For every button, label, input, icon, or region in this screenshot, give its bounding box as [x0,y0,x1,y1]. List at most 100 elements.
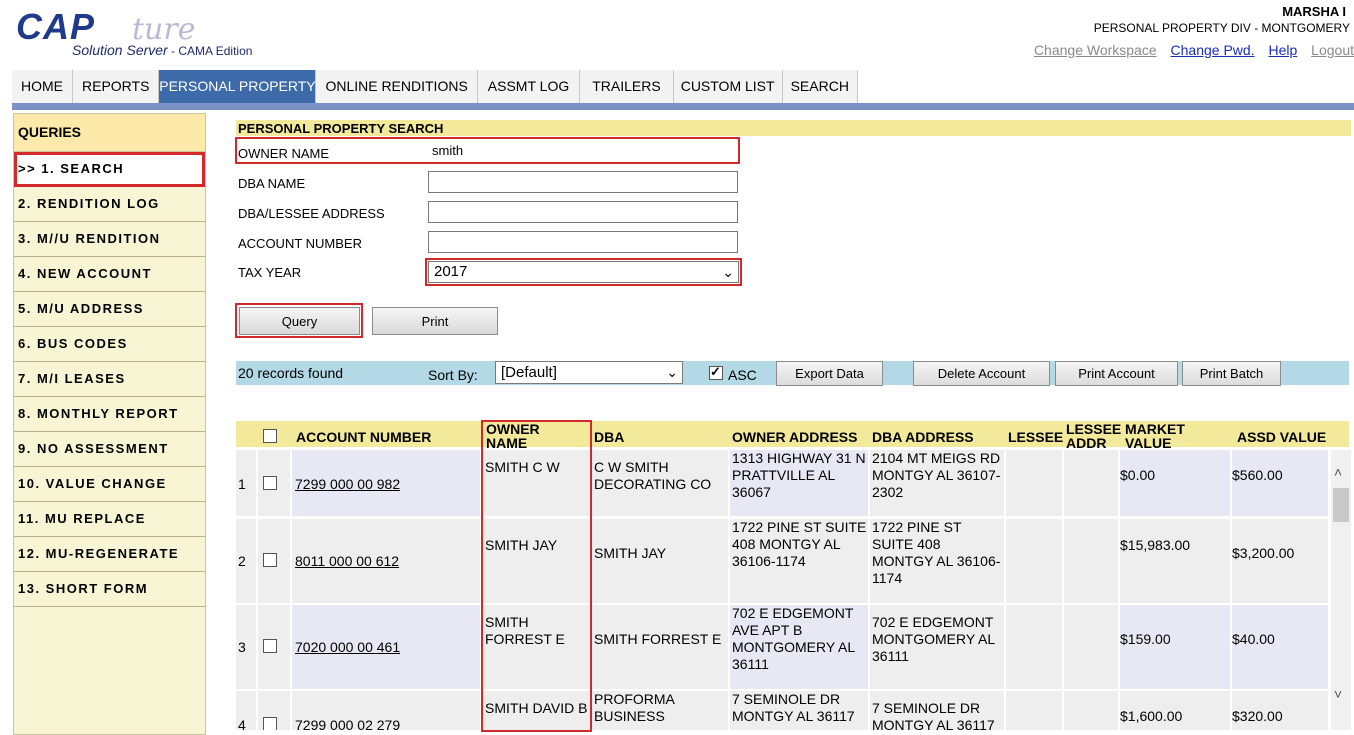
asc-checkbox[interactable] [709,364,723,380]
sidebar-item-mi-leases[interactable]: 7. M/I LEASES [14,362,205,397]
col-owner-address[interactable]: OWNER ADDRESS [732,430,858,444]
sidebar-item-new-account[interactable]: 4. NEW ACCOUNT [14,257,205,292]
account-number-link[interactable]: 7299 000 00 982 [295,476,400,493]
col-assd-value[interactable]: ASSD VALUE [1237,430,1326,444]
search-form-title: PERSONAL PROPERTY SEARCH [236,120,1351,136]
table-scrollbar[interactable]: ˄ ˅ [1331,450,1351,730]
sidebar-item-no-assessment[interactable]: 9. NO ASSESSMENT [14,432,205,467]
tab-custom-list[interactable]: CUSTOM LIST [673,70,783,103]
delete-account-button[interactable]: Delete Account [913,361,1050,386]
scroll-up-icon[interactable]: ˄ [1334,464,1342,480]
dba-cell: C W SMITH DECORATING CO [594,459,712,492]
tab-home[interactable]: HOME [12,70,73,103]
queries-sidebar: QUERIES >> 1. SEARCH 2. RENDITION LOG 3.… [13,113,206,735]
print-button[interactable]: Print [372,307,498,335]
owner-address-cell: 1722 PINE ST SUITE 408 MONTGY AL 36106-1… [732,519,867,569]
sidebar-item-monthly-report[interactable]: 8. MONTHLY REPORT [14,397,205,432]
table-row: 1 7299 000 00 982 SMITH C W C W SMITH DE… [236,450,1328,516]
tax-year-highlight [425,258,742,286]
scroll-down-icon[interactable]: ˅ [1334,686,1342,702]
market-value-cell: $15,983.00 [1120,537,1191,553]
query-button[interactable]: Query [239,307,360,335]
logout-link[interactable]: Logout [1311,42,1354,58]
nav-divider [12,103,1354,110]
logo-subtitle: Solution Server - CAMA Edition [72,42,253,58]
dba-lessee-address-input[interactable] [428,201,738,223]
owner-name-label: OWNER NAME [238,146,329,161]
col-market-value[interactable]: MARKET VALUE [1125,422,1225,448]
tab-assmt-log[interactable]: ASSMT LOG [477,70,581,103]
sidebar-item-mu-regenerate[interactable]: 12. MU-REGENERATE [14,537,205,572]
print-batch-button[interactable]: Print Batch [1182,361,1281,386]
tax-year-label: TAX YEAR [238,265,302,280]
division-label: PERSONAL PROPERTY DIV - MONTGOMERY [1093,21,1350,35]
change-password-link[interactable]: Change Pwd. [1171,42,1255,58]
table-row: 3 7020 000 00 461 SMITH FORREST E SMITH … [236,605,1328,689]
assd-value-cell: $560.00 [1232,467,1283,483]
col-dba-address[interactable]: DBA ADDRESS [872,430,974,444]
market-value-cell: $159.00 [1120,631,1171,647]
row-checkbox[interactable] [263,553,277,567]
row-checkbox[interactable] [263,476,277,490]
row-checkbox[interactable] [263,717,277,730]
records-found: 20 records found [238,365,344,381]
col-lessee-addr[interactable]: LESSEE ADDR [1066,422,1126,448]
market-value-cell: $1,600.00 [1120,708,1183,724]
print-account-button[interactable]: Print Account [1055,361,1178,386]
select-all-checkbox[interactable] [263,429,277,443]
chevron-down-icon: ⌄ [666,364,678,380]
scroll-thumb[interactable] [1333,488,1349,522]
asc-label: ASC [728,367,757,383]
user-name: MARSHA I [1282,4,1346,19]
assd-value-cell: $3,200.00 [1232,545,1295,561]
row-checkbox[interactable] [263,639,277,653]
row-number: 1 [238,476,246,492]
dba-name-input[interactable] [428,171,738,193]
sidebar-item-bus-codes[interactable]: 6. BUS CODES [14,327,205,362]
table-row: 4 7299 000 02 279 SMITH DAVID B PROFORMA… [236,691,1328,730]
row-number: 3 [238,639,246,655]
dba-address-cell: 7 SEMINOLE DR MONTGY AL 36117 [872,700,995,730]
table-row: 2 8011 000 00 612 SMITH JAY SMITH JAY 17… [236,519,1328,603]
export-data-button[interactable]: Export Data [776,361,883,386]
tab-personal-property[interactable]: PERSONAL PROPERTY [159,70,317,103]
capture-logo: CAP ture Solution Server - CAMA Edition [14,6,314,62]
sidebar-item-short-form[interactable]: 13. SHORT FORM [14,572,205,607]
sidebar-title: QUERIES [14,114,205,152]
account-number-link[interactable]: 7020 000 00 461 [295,639,400,656]
sidebar-item-mu-replace[interactable]: 11. MU REPLACE [14,502,205,537]
assd-value-cell: $40.00 [1232,631,1275,647]
header-links: Change Workspace Change Pwd. Help Logout [1024,42,1354,58]
col-lessee[interactable]: LESSEE [1008,430,1063,444]
dba-lessee-address-label: DBA/LESSEE ADDRESS [238,206,385,221]
owner-name-input[interactable] [428,140,738,160]
dba-cell: PROFORMA BUSINESS [594,691,675,724]
dba-cell: SMITH FORREST E [594,631,722,647]
tab-search[interactable]: SEARCH [782,70,858,103]
dba-address-cell: 1722 PINE ST SUITE 408 MONTGY AL 36106-1… [872,519,1001,586]
market-value-cell: $0.00 [1120,467,1156,483]
account-number-link[interactable]: 8011 000 00 612 [295,553,399,570]
sidebar-item-rendition-log[interactable]: 2. RENDITION LOG [14,187,205,222]
dba-name-label: DBA NAME [238,176,306,191]
help-link[interactable]: Help [1268,42,1297,58]
sidebar-item-mu-rendition[interactable]: 3. M//U RENDITION [14,222,205,257]
account-number-input[interactable] [428,231,738,253]
change-workspace-link[interactable]: Change Workspace [1034,42,1157,58]
tab-trailers[interactable]: TRAILERS [580,70,674,103]
sidebar-item-mu-address[interactable]: 5. M/U ADDRESS [14,292,205,327]
tab-reports[interactable]: REPORTS [73,70,160,103]
dba-address-cell: 2104 MT MEIGS RD MONTGY AL 36107-2302 [872,450,1001,500]
dba-cell: SMITH JAY [594,545,667,561]
owner-address-cell: 1313 HIGHWAY 31 N PRATTVILLE AL 36067 [732,450,866,500]
tab-online-renditions[interactable]: ONLINE RENDITIONS [316,70,478,103]
account-number-label: ACCOUNT NUMBER [238,236,362,251]
col-dba[interactable]: DBA [594,430,624,444]
sort-by-select[interactable]: [Default] ⌄ [495,361,683,384]
sidebar-item-value-change[interactable]: 10. VALUE CHANGE [14,467,205,502]
sidebar-item-search[interactable]: >> 1. SEARCH [14,152,205,187]
account-number-link[interactable]: 7299 000 02 279 [295,717,400,730]
col-account-number[interactable]: ACCOUNT NUMBER [296,430,431,444]
owner-address-cell: 7 SEMINOLE DR MONTGY AL 36117 [732,691,855,724]
main-nav: HOME REPORTS PERSONAL PROPERTY ONLINE RE… [12,70,858,103]
